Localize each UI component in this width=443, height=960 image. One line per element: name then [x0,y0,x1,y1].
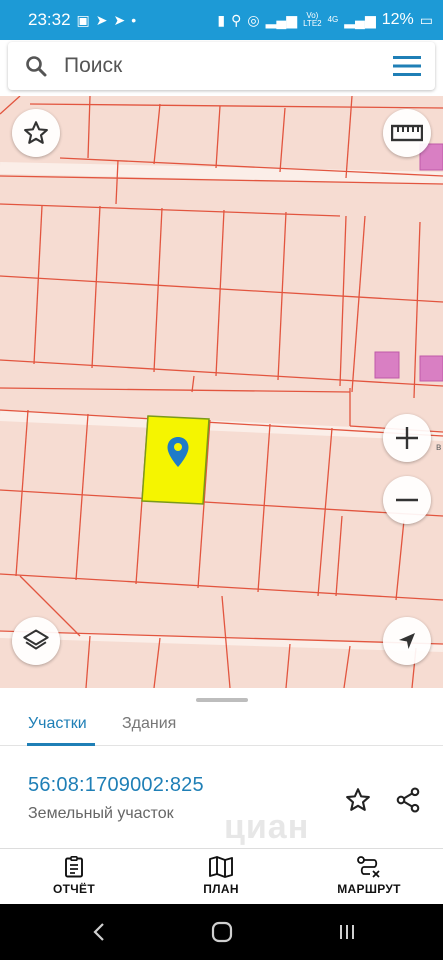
parcel-info: 56:08:1709002:825 Земельный участок [28,774,204,823]
parcel-type: Земельный участок [28,805,174,822]
building-shape [419,355,443,382]
tab-parcels[interactable]: Участки [28,702,87,746]
location-pin-icon[interactable] [166,436,190,468]
menu-icon[interactable] [379,42,435,90]
nav-report[interactable]: ОТЧЁТ [19,855,129,896]
notification-dot-icon: • [131,12,137,28]
favorites-button[interactable] [12,109,60,157]
my-location-button[interactable] [383,617,431,665]
nav-plan[interactable]: ПЛАН [166,855,276,896]
active-tab-indicator [27,743,95,746]
battery-percent: 12% [381,11,414,28]
ruler-button[interactable] [383,109,431,157]
nav-report-label: ОТЧЁТ [53,882,95,896]
status-time: 23:32 [28,10,71,29]
cadastral-map[interactable]: в [0,96,443,688]
nav-plan-label: ПЛАН [203,882,239,896]
star-icon [346,788,370,811]
star-icon [24,121,48,144]
search-bar [8,42,435,90]
share-button[interactable] [390,782,426,818]
back-icon[interactable] [84,918,114,946]
building-shape [374,351,400,379]
map-edge-label: в [436,442,442,453]
network-type-label: 4G [327,15,339,24]
minus-icon [396,498,418,502]
tab-bar: Участки Здания [0,702,443,746]
clipboard-icon [65,855,83,878]
hotspot-icon: ◎ [247,12,260,28]
status-bar: 23:32 ▣ ➤ ➤ • ▮ ⚲ ◎ ▂▄▆ Vo) LTE2 4G ▂▄▆ 1… [0,0,443,40]
status-right: ▮ ⚲ ◎ ▂▄▆ Vo) LTE2 4G ▂▄▆ 12% ▭ [217,11,433,29]
zoom-in-button[interactable] [383,414,431,462]
search-area [0,40,443,96]
nav-route[interactable]: МАРШРУТ [314,855,424,896]
tab-buildings[interactable]: Здания [122,702,176,746]
volte-label: Vo) LTE2 [303,11,322,28]
signal-bars-icon-2: ▂▄▆ [344,12,376,28]
zoom-out-button[interactable] [383,476,431,524]
route-icon [357,856,380,878]
gallery-icon: ▣ [76,12,90,28]
nav-route-label: МАРШРУТ [337,882,401,896]
add-favorite-button[interactable] [340,782,376,818]
signal-bars-icon: ▂▄▆ [265,12,298,28]
map-icon [209,856,233,878]
parcel-grid[interactable] [0,96,443,688]
recent-apps-icon[interactable] [332,918,362,946]
system-nav-bar [0,904,443,960]
search-icon[interactable] [8,42,64,90]
navigation-arrow-icon [399,633,415,649]
cadastral-number[interactable]: 56:08:1709002:825 [28,774,204,797]
battery-icon: ▭ [419,12,433,28]
cian-watermark: циан [224,808,310,846]
share-icon [396,787,420,813]
telegram-icon-2: ➤ [113,12,126,28]
layers-button[interactable] [12,617,60,665]
search-input[interactable] [64,54,379,78]
bottom-nav: ОТЧЁТ ПЛАН МАРШРУТ [0,848,443,904]
location-icon: ⚲ [231,12,242,28]
battery-saver-icon: ▮ [217,12,226,28]
plus-icon [396,427,418,449]
parcel-sheet: Участки Здания 56:08:1709002:825 Земельн… [0,688,443,848]
layers-icon [23,629,49,650]
status-left: 23:32 ▣ ➤ ➤ • [28,10,136,30]
home-icon[interactable] [207,918,237,946]
telegram-icon: ➤ [95,12,108,28]
ruler-icon [391,124,423,142]
